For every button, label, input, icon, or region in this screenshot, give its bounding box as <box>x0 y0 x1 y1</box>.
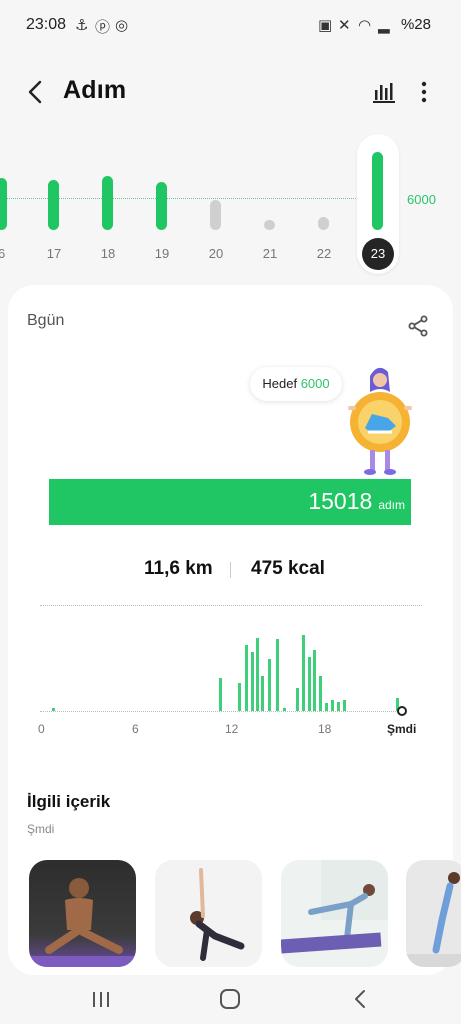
pinterest-icon: ⓟ <box>95 19 111 36</box>
goal-line-label: 6000 <box>407 192 436 207</box>
app-notification-icon: ◎ <box>115 17 129 34</box>
day-label: 20 <box>208 246 224 261</box>
hourly-bar <box>296 688 299 711</box>
steps-unit: adım <box>378 498 405 512</box>
workout-image <box>281 860 388 954</box>
hourly-x-label: 6 <box>132 722 139 736</box>
hourly-bar <box>302 635 305 711</box>
day-label: 17 <box>46 246 62 261</box>
mute-icon: ✕ <box>338 17 351 34</box>
hourly-x-label: 18 <box>318 722 332 736</box>
steps-value: 15018 <box>308 488 373 514</box>
day-bar[interactable] <box>102 176 113 230</box>
workout-image <box>406 872 461 967</box>
hourly-bar <box>219 678 222 711</box>
day-bar[interactable] <box>264 220 275 230</box>
hourly-x-label: 0 <box>38 722 45 736</box>
related-video-thumbnail[interactable] <box>29 860 136 967</box>
goal-bubble: Hedef 6000 <box>250 367 342 401</box>
page-title: Adım <box>63 76 127 104</box>
steps-count: 15018 adım <box>200 488 405 515</box>
wifi-icon: ◠ <box>358 17 372 34</box>
hourly-bar <box>238 683 241 711</box>
hourly-chart-baseline <box>40 711 400 712</box>
nav-back-icon <box>355 990 365 1008</box>
hourly-bar <box>251 652 254 711</box>
signal-icon: ▂ <box>378 17 390 34</box>
related-video-thumbnail[interactable] <box>281 860 388 967</box>
notification-icon: ⚓ <box>75 17 89 34</box>
bar-chart-icon <box>373 83 395 103</box>
day-label: 21 <box>262 246 278 261</box>
nav-back-button[interactable] <box>348 987 374 1011</box>
status-bar: 23:08 ⚓ ⓟ ◎ ▣ ✕ ◠ ▂ %28 <box>0 0 461 52</box>
more-options-button[interactable] <box>414 80 434 104</box>
hourly-bar <box>343 700 346 711</box>
hourly-bar <box>325 703 328 711</box>
day-label: 22 <box>316 246 332 261</box>
related-content-subtitle: Şmdi <box>27 822 55 836</box>
status-time: 23:08 <box>26 16 67 33</box>
share-icon <box>408 315 428 337</box>
day-bar[interactable] <box>48 180 59 230</box>
hourly-bar <box>313 650 316 711</box>
day-bar[interactable] <box>156 182 167 230</box>
workout-image <box>29 878 136 967</box>
related-content-title: İlgili içerik <box>27 792 111 811</box>
hourly-bar <box>283 708 286 711</box>
goal-prefix: Hedef <box>262 376 298 391</box>
now-marker <box>397 706 407 716</box>
today-label: Bgün <box>27 312 65 329</box>
workout-image <box>190 868 245 961</box>
day-bar-selected[interactable] <box>372 152 383 230</box>
day-bar[interactable] <box>210 200 221 230</box>
stats-divider <box>230 562 231 578</box>
now-label: Şmdi <box>387 722 417 736</box>
hourly-bar <box>337 702 340 711</box>
goal-value: 6000 <box>300 376 330 391</box>
hourly-bar <box>319 676 322 711</box>
hourly-bar <box>261 676 264 711</box>
day-label: 16 <box>0 246 6 261</box>
mascot-illustration <box>348 367 412 475</box>
home-icon <box>220 989 240 1009</box>
hourly-bar <box>52 708 55 711</box>
day-bar[interactable] <box>318 217 329 230</box>
calories-value: 475 kcal <box>251 558 325 579</box>
day-bar[interactable] <box>0 178 7 230</box>
trends-button[interactable] <box>372 80 396 104</box>
share-button[interactable] <box>406 314 430 338</box>
hourly-bar <box>308 657 311 711</box>
lock-icon: ▣ <box>318 17 333 34</box>
recents-button[interactable] <box>88 987 114 1011</box>
system-navigation-bar <box>0 975 461 1024</box>
related-video-thumbnail[interactable] <box>406 860 461 967</box>
related-video-thumbnail[interactable] <box>155 860 262 967</box>
hourly-bar <box>256 638 259 711</box>
hourly-chart-top-line <box>40 605 422 606</box>
back-button[interactable] <box>22 76 52 108</box>
hourly-bar <box>245 645 248 711</box>
more-vert-icon <box>421 81 427 103</box>
selected-day-label[interactable]: 23 <box>362 238 394 270</box>
home-button[interactable] <box>217 987 243 1011</box>
day-label: 18 <box>100 246 116 261</box>
recents-icon <box>93 992 109 1007</box>
hourly-bar <box>276 639 279 711</box>
battery-level: %28 <box>400 16 431 33</box>
distance-value: 11,6 km <box>144 558 213 579</box>
back-icon <box>28 80 42 104</box>
day-label: 19 <box>154 246 170 261</box>
hourly-bar <box>268 659 271 711</box>
hourly-x-label: 12 <box>225 722 239 736</box>
hourly-bar <box>331 700 334 711</box>
